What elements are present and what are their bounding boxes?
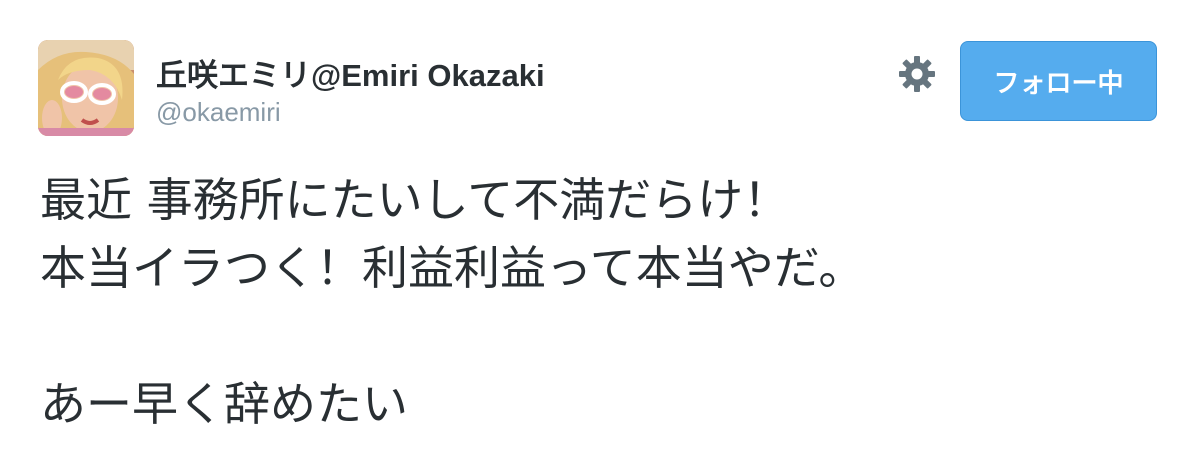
tweet-text: 最近 事務所にたいして不満だらけ！ 本当イラつく！利益利益って本当やだ。 あー早… bbox=[40, 166, 1160, 438]
user-handle[interactable]: @okaemiri bbox=[156, 97, 281, 128]
avatar[interactable] bbox=[38, 40, 134, 136]
tweet-line bbox=[40, 302, 1160, 370]
profile-photo-icon bbox=[38, 40, 134, 136]
following-button[interactable]: フォロー中 bbox=[960, 41, 1157, 121]
tweet-line: あー早く辞めたい bbox=[40, 377, 408, 431]
tweet-line: 本当イラつく！利益利益って本当やだ。 bbox=[40, 241, 865, 295]
tweet-card: 丘咲エミリ@Emiri Okazaki @okaemiri フォロー中 最近 事… bbox=[0, 0, 1188, 456]
tweet-line: 最近 事務所にたいして不満だらけ！ bbox=[40, 173, 790, 227]
following-button-label: フォロー中 bbox=[993, 68, 1124, 99]
gear-icon[interactable] bbox=[897, 54, 937, 94]
display-name[interactable]: 丘咲エミリ@Emiri Okazaki bbox=[156, 50, 545, 95]
